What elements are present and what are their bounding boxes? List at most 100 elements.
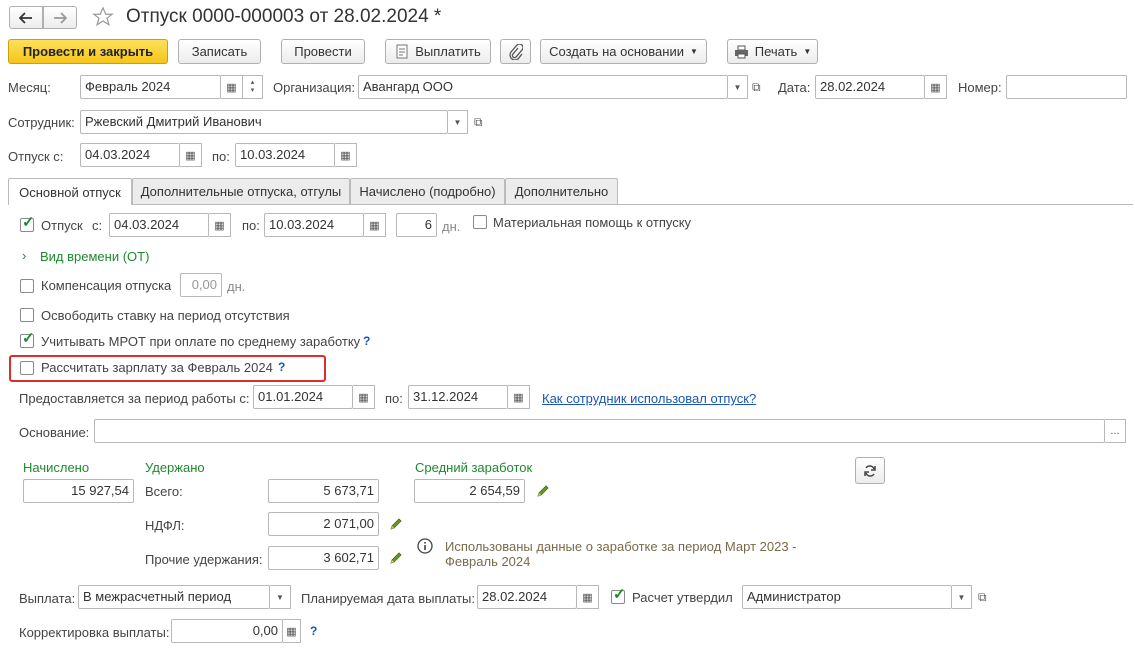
forward-button[interactable]: [43, 6, 77, 29]
page-title: Отпуск 0000-000003 от 28.02.2024 *: [126, 6, 442, 27]
save-button[interactable]: Записать: [178, 39, 261, 64]
other-withholding-field[interactable]: 3 602,71: [268, 546, 379, 570]
time-type-link[interactable]: Вид времени (ОТ): [40, 249, 149, 264]
calc-salary-checkbox[interactable]: [20, 361, 34, 375]
planned-date-calendar-button[interactable]: ▦: [577, 585, 599, 609]
how-used-link[interactable]: Как сотрудник использовал отпуск?: [542, 391, 756, 406]
basis-label: Основание:: [19, 425, 90, 440]
tab-main-vacation[interactable]: Основной отпуск: [8, 178, 132, 205]
refresh-icon: [864, 464, 876, 477]
vacation-to-calendar-button[interactable]: ▦: [335, 143, 357, 167]
ndfl-label: НДФЛ:: [145, 518, 185, 533]
material-aid-checkbox[interactable]: [473, 215, 487, 229]
payout-label: Выплата:: [19, 591, 76, 606]
favorite-star-icon[interactable]: [92, 6, 114, 28]
vacation-from-calendar-button[interactable]: ▦: [180, 143, 202, 167]
calendar-icon: ▦: [358, 391, 369, 404]
employee-field[interactable]: Ржевский Дмитрий Иванович: [80, 110, 448, 134]
period-label: Предоставляется за период работы с:: [19, 391, 250, 406]
employee-open-icon[interactable]: ⧉: [474, 115, 483, 130]
dropdown-arrow-icon: ▼: [276, 592, 284, 602]
calc-salary-help-icon[interactable]: ?: [278, 360, 285, 374]
main-to-field[interactable]: 10.03.2024: [264, 213, 364, 237]
main-from-field[interactable]: 04.03.2024: [109, 213, 209, 237]
withheld-label: Удержано: [145, 460, 205, 475]
other-edit-pencil-icon[interactable]: [389, 551, 403, 565]
number-field[interactable]: [1006, 75, 1127, 99]
compensation-days-field[interactable]: 0,00: [180, 273, 222, 297]
refresh-button[interactable]: [855, 457, 885, 484]
approved-by-field[interactable]: Администратор: [742, 585, 952, 609]
month-field[interactable]: Февраль 2024: [80, 75, 221, 99]
total-field[interactable]: 5 673,71: [268, 479, 379, 503]
attachment-button[interactable]: [500, 39, 531, 64]
post-and-close-button[interactable]: Провести и закрыть: [8, 39, 168, 64]
correction-help-icon[interactable]: ?: [310, 624, 317, 638]
vacation-checkbox[interactable]: ✓: [20, 214, 35, 232]
ndfl-field[interactable]: 2 071,00: [268, 512, 379, 536]
date-field[interactable]: 28.02.2024: [815, 75, 925, 99]
approved-checkbox[interactable]: ✓: [611, 587, 626, 604]
days-unit: дн.: [442, 219, 461, 234]
checkmark-icon: ✓: [22, 214, 35, 231]
compensation-label: Компенсация отпуска: [41, 278, 172, 293]
org-open-icon[interactable]: ⧉: [752, 80, 761, 95]
days-field[interactable]: 6: [396, 213, 437, 237]
approved-by-dropdown-button[interactable]: ▼: [952, 585, 972, 609]
vacation-label: Отпуск: [41, 218, 83, 233]
dropdown-arrow-icon: ▼: [453, 117, 462, 127]
correction-calc-button[interactable]: ▦: [283, 619, 301, 643]
tab-additional[interactable]: Дополнительно: [505, 178, 618, 204]
tab-additional-vacations[interactable]: Дополнительные отпуска, отгулы: [132, 178, 350, 204]
period-from-field[interactable]: 01.01.2024: [253, 385, 353, 409]
accrued-label: Начислено: [23, 460, 90, 475]
dropdown-arrow-icon: ▼: [733, 82, 742, 92]
dropdown-arrow-icon: ▼: [803, 47, 812, 56]
approved-by-open-icon[interactable]: ⧉: [978, 590, 987, 605]
ndfl-edit-pencil-icon[interactable]: [389, 517, 403, 531]
tab-accrued-detailed[interactable]: Начислено (подробно): [350, 178, 505, 204]
avg-edit-pencil-icon[interactable]: [536, 484, 550, 498]
month-calendar-button[interactable]: ▦: [221, 75, 243, 99]
basis-select-button[interactable]: ...: [1105, 419, 1126, 443]
period-to-field[interactable]: 31.12.2024: [408, 385, 508, 409]
payout-dropdown-button[interactable]: ▼: [270, 585, 291, 609]
create-based-button[interactable]: Создать на основании ▼: [540, 39, 707, 64]
mrot-help-icon[interactable]: ?: [363, 334, 370, 348]
back-button[interactable]: [9, 6, 43, 29]
checkmark-icon: ✓: [22, 330, 35, 347]
period-from-calendar-button[interactable]: ▦: [353, 385, 375, 409]
chevron-right-icon[interactable]: ›: [22, 248, 26, 263]
planned-date-field[interactable]: 28.02.2024: [477, 585, 577, 609]
main-to-calendar-button[interactable]: ▦: [364, 213, 386, 237]
pay-button-label: Выплатить: [415, 44, 481, 59]
payout-field[interactable]: В межрасчетный период: [78, 585, 270, 609]
main-to-label: по:: [242, 218, 260, 233]
post-button[interactable]: Провести: [281, 39, 365, 64]
calendar-icon: ▦: [930, 81, 941, 94]
accrued-field[interactable]: 15 927,54: [23, 479, 134, 503]
vacation-to-field[interactable]: 10.03.2024: [235, 143, 335, 167]
mrot-checkbox[interactable]: ✓: [20, 330, 35, 348]
avg-earnings-field[interactable]: 2 654,59: [414, 479, 525, 503]
basis-field[interactable]: [94, 419, 1105, 443]
org-field[interactable]: Авангард ООО: [358, 75, 728, 99]
main-from-calendar-button[interactable]: ▦: [209, 213, 231, 237]
calendar-icon: ▦: [582, 591, 593, 604]
calendar-icon: ▦: [185, 149, 196, 162]
paperclip-icon: [508, 43, 523, 60]
date-calendar-button[interactable]: ▦: [925, 75, 947, 99]
period-to-calendar-button[interactable]: ▦: [508, 385, 530, 409]
info-icon: [417, 538, 433, 554]
month-spin-button[interactable]: ▴ ▾: [243, 75, 263, 99]
free-rate-checkbox[interactable]: [20, 308, 34, 322]
pay-button[interactable]: Выплатить: [385, 39, 491, 64]
org-dropdown-button[interactable]: ▼: [728, 75, 748, 99]
number-label: Номер:: [958, 80, 1002, 95]
employee-dropdown-button[interactable]: ▼: [448, 110, 468, 134]
correction-field[interactable]: 0,00: [171, 619, 283, 643]
material-aid-label: Материальная помощь к отпуску: [493, 215, 692, 230]
vacation-from-field[interactable]: 04.03.2024: [80, 143, 180, 167]
compensation-checkbox[interactable]: [20, 279, 34, 293]
print-button[interactable]: Печать ▼: [727, 39, 818, 64]
